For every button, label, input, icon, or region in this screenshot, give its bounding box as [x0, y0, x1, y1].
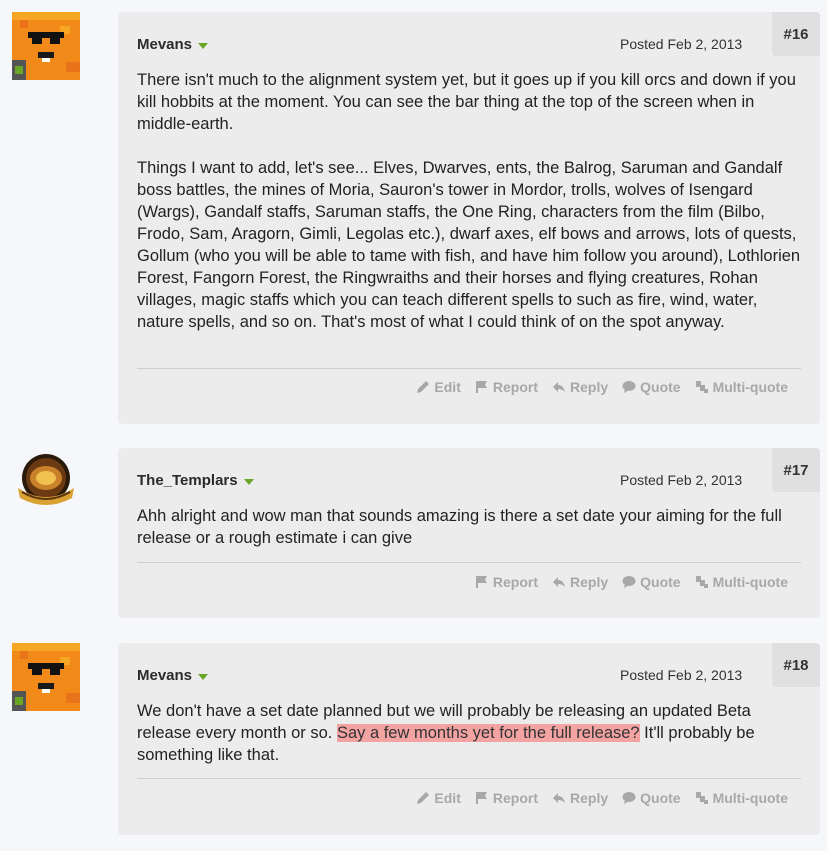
- report-label: Report: [492, 379, 538, 395]
- post-card: #16 Mevans Posted Feb 2, 2013 There isn'…: [118, 12, 820, 424]
- post-date: Posted Feb 2, 2013: [620, 667, 743, 683]
- post-number[interactable]: #17: [772, 448, 820, 492]
- post-paragraph: There isn't much to the alignment system…: [137, 71, 796, 133]
- author-label[interactable]: Mevans: [137, 36, 192, 53]
- reply-arrow-icon: [553, 382, 565, 392]
- post-actions: Edit Report Reply Quote Multi-quote: [416, 790, 788, 806]
- report-label: Report: [492, 574, 538, 590]
- reply-button[interactable]: Reply: [552, 790, 608, 806]
- speech-bubble-icon: [622, 792, 636, 804]
- multi-quote-button[interactable]: Multi-quote: [695, 379, 788, 395]
- quote-label: Quote: [640, 574, 681, 590]
- post-actions: Report Reply Quote Multi-quote: [475, 574, 788, 590]
- mevans-avatar-image: [12, 12, 80, 80]
- author-label[interactable]: Mevans: [137, 667, 192, 684]
- divider: [137, 778, 801, 779]
- post-paragraph: Ahh alright and wow man that sounds amaz…: [137, 507, 782, 547]
- speech-bubble-icon: [622, 381, 636, 393]
- quote-button[interactable]: Quote: [622, 574, 681, 590]
- edit-button[interactable]: Edit: [416, 379, 461, 395]
- avatar[interactable]: [12, 12, 80, 80]
- reply-label: Reply: [570, 379, 609, 395]
- post-actions: Edit Report Reply Quote Multi-quote: [416, 379, 788, 395]
- post-date: Posted Feb 2, 2013: [620, 472, 743, 488]
- post-paragraph: Things I want to add, let's see... Elves…: [137, 159, 801, 331]
- multi-quote-icon: [695, 381, 708, 393]
- reply-label: Reply: [570, 574, 609, 590]
- multi-quote-label: Multi-quote: [712, 379, 788, 395]
- flag-icon: [475, 576, 487, 588]
- pencil-icon: [417, 792, 430, 804]
- pencil-icon: [417, 381, 430, 393]
- post-date: Posted Feb 2, 2013: [620, 36, 743, 52]
- flag-icon: [475, 792, 487, 804]
- author-name[interactable]: Mevans: [137, 667, 209, 684]
- report-button[interactable]: Report: [475, 379, 538, 395]
- chevron-down-icon[interactable]: [243, 478, 254, 485]
- divider: [137, 562, 801, 563]
- reply-button[interactable]: Reply: [552, 574, 608, 590]
- author-name[interactable]: Mevans: [137, 36, 209, 53]
- divider: [137, 368, 801, 369]
- flag-icon: [475, 381, 487, 393]
- edit-button[interactable]: Edit: [416, 790, 461, 806]
- edit-label: Edit: [434, 379, 461, 395]
- post-card: #18 Mevans Posted Feb 2, 2013 We don't h…: [118, 643, 820, 835]
- multi-quote-label: Multi-quote: [712, 790, 788, 806]
- chevron-down-icon[interactable]: [198, 42, 209, 49]
- quote-button[interactable]: Quote: [622, 379, 681, 395]
- multi-quote-icon: [695, 576, 708, 588]
- multi-quote-label: Multi-quote: [712, 574, 788, 590]
- post-paragraph: We don't have a set date planned but we …: [137, 700, 807, 766]
- multi-quote-button[interactable]: Multi-quote: [695, 574, 788, 590]
- edit-label: Edit: [434, 790, 461, 806]
- author-label[interactable]: The_Templars: [137, 472, 238, 489]
- author-name[interactable]: The_Templars: [137, 472, 254, 489]
- report-button[interactable]: Report: [475, 790, 538, 806]
- quote-label: Quote: [640, 379, 681, 395]
- report-label: Report: [492, 790, 538, 806]
- reply-button[interactable]: Reply: [552, 379, 608, 395]
- speech-bubble-icon: [622, 576, 636, 588]
- post-body: There isn't much to the alignment system…: [137, 69, 807, 333]
- mevans-avatar-image: [12, 643, 80, 711]
- quote-label: Quote: [640, 790, 681, 806]
- reply-arrow-icon: [553, 577, 565, 587]
- quote-button[interactable]: Quote: [622, 790, 681, 806]
- reply-label: Reply: [570, 790, 609, 806]
- avatar[interactable]: [12, 448, 80, 516]
- avatar[interactable]: [12, 643, 80, 711]
- templars-avatar-image: [14, 450, 78, 514]
- reply-arrow-icon: [553, 793, 565, 803]
- post-body: Ahh alright and wow man that sounds amaz…: [137, 505, 807, 549]
- post-number[interactable]: #18: [772, 643, 820, 687]
- post-body: We don't have a set date planned but we …: [137, 700, 807, 766]
- report-button[interactable]: Report: [475, 574, 538, 590]
- multi-quote-icon: [695, 792, 708, 804]
- multi-quote-button[interactable]: Multi-quote: [695, 790, 788, 806]
- chevron-down-icon[interactable]: [198, 673, 209, 680]
- post-card: #17 The_Templars Posted Feb 2, 2013 Ahh …: [118, 448, 820, 618]
- highlighted-text: Say a few months yet for the full releas…: [336, 724, 640, 742]
- post-number[interactable]: #16: [772, 12, 820, 56]
